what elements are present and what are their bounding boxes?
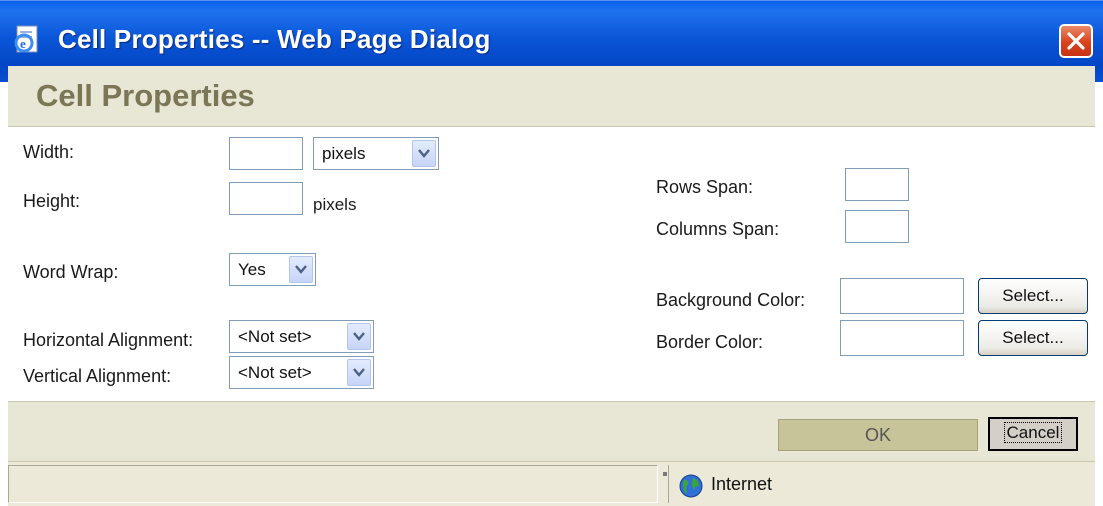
ok-button[interactable]: OK bbox=[778, 419, 978, 451]
globe-icon bbox=[679, 474, 703, 498]
background-color-input[interactable] bbox=[840, 278, 964, 314]
status-separator bbox=[663, 472, 667, 476]
close-icon bbox=[1067, 32, 1085, 50]
word-wrap-value: Yes bbox=[238, 260, 266, 279]
horizontal-alignment-select[interactable]: <Not set> bbox=[229, 320, 374, 353]
page-title: Cell Properties bbox=[36, 78, 255, 113]
header-band: Cell Properties bbox=[8, 66, 1095, 127]
border-color-select-button[interactable]: Select... bbox=[978, 320, 1088, 356]
window-title: Cell Properties -- Web Page Dialog bbox=[58, 24, 491, 54]
vertical-alignment-select[interactable]: <Not set> bbox=[229, 356, 374, 389]
width-unit-select[interactable]: pixels bbox=[313, 137, 439, 170]
horizontal-alignment-label: Horizontal Alignment: bbox=[23, 330, 194, 350]
chevron-down-icon bbox=[347, 323, 371, 350]
border-color-input[interactable] bbox=[840, 320, 964, 356]
background-color-select-button[interactable]: Select... bbox=[978, 278, 1088, 314]
status-text-pane bbox=[8, 465, 658, 503]
svg-text:e: e bbox=[20, 36, 26, 51]
word-wrap-select[interactable]: Yes bbox=[229, 253, 316, 286]
chevron-down-icon bbox=[412, 140, 436, 167]
ie-page-icon: e bbox=[12, 24, 42, 54]
width-label: Width: bbox=[23, 142, 75, 162]
cancel-button[interactable]: Cancel bbox=[988, 417, 1078, 451]
horizontal-alignment-value: <Not set> bbox=[238, 327, 312, 346]
cancel-button-label: Cancel bbox=[1003, 422, 1063, 443]
status-bar: Internet bbox=[8, 461, 1095, 506]
chevron-down-icon bbox=[289, 256, 313, 283]
security-zone-pane[interactable]: Internet bbox=[668, 465, 1095, 503]
columns-span-label: Columns Span: bbox=[656, 219, 780, 239]
background-color-label: Background Color: bbox=[656, 290, 806, 310]
dialog-content: Cell Properties Width: pixels Height: pi… bbox=[8, 66, 1095, 506]
vertical-alignment-value: <Not set> bbox=[238, 363, 312, 382]
height-unit-label: pixels bbox=[313, 195, 357, 214]
chevron-down-icon bbox=[347, 359, 371, 386]
button-bar: OK Cancel bbox=[8, 401, 1095, 462]
width-unit-value: pixels bbox=[322, 144, 366, 163]
rows-span-label: Rows Span: bbox=[656, 177, 754, 197]
height-label: Height: bbox=[23, 191, 81, 211]
columns-span-input[interactable] bbox=[845, 210, 909, 243]
close-button[interactable] bbox=[1059, 24, 1093, 58]
width-input[interactable] bbox=[229, 137, 303, 170]
vertical-alignment-label: Vertical Alignment: bbox=[23, 366, 172, 386]
rows-span-input[interactable] bbox=[845, 168, 909, 201]
cell-properties-form: Width: pixels Height: pixels Word Wrap: … bbox=[8, 127, 1095, 401]
word-wrap-label: Word Wrap: bbox=[23, 262, 119, 282]
border-color-label: Border Color: bbox=[656, 332, 764, 352]
height-input[interactable] bbox=[229, 182, 303, 215]
security-zone-label: Internet bbox=[711, 474, 773, 494]
